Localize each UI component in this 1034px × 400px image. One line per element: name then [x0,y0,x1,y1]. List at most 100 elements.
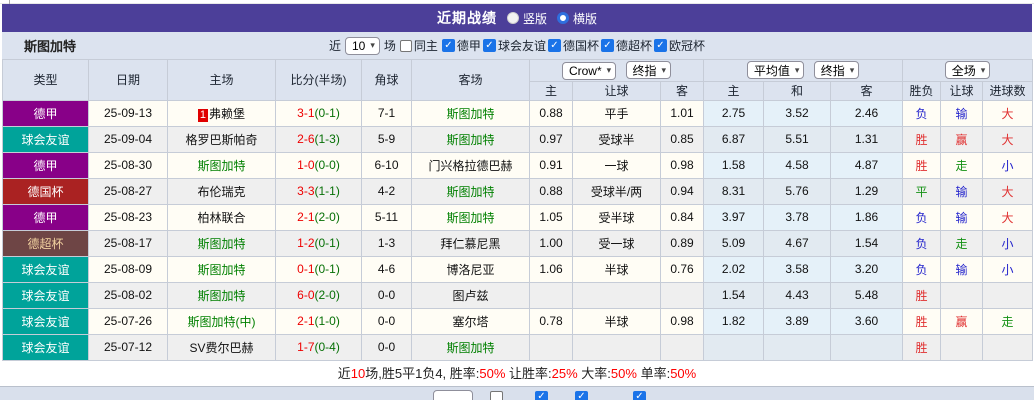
result-group-header: 全场 ▾ [902,59,1034,82]
league-filter-item[interactable]: ✓ 球会友谊 [482,37,546,54]
bottom-checkbox-checked[interactable]: ✓ [535,390,548,400]
avg-draw-cell: 3.52 [763,99,832,127]
bottom-select[interactable] [433,389,473,400]
subcol-avg-away: 客 [830,80,904,101]
bottom-checkbox-checked[interactable]: ✓ [633,390,646,400]
odds-handicap-cell: 受球半/两 [572,177,661,205]
avg-home-cell: 1.58 [703,151,765,179]
league-type-cell: 球会友谊 [2,307,89,335]
summary-segment: 10 [350,365,366,381]
avg-time-select[interactable]: 终指 ▾ [813,61,860,80]
halftime-score: (1-3) [314,132,340,146]
result-goals-cell: 大 [982,125,1034,153]
score-cell: 3-1(0-1) [275,99,362,127]
checkbox-checked-icon: ✓ [547,39,561,52]
subcol-result-handicap: 让球 [940,80,984,101]
result-handicap-cell: 输 [940,177,984,205]
corner-cell: 7-1 [361,99,412,127]
away-team-cell: 图卢兹 [411,281,530,309]
radio-horizontal-label: 横版 [573,11,598,26]
summary-segment: 大率: [577,365,611,381]
col-header-score: 比分(半场) [275,59,362,101]
result-scope-select[interactable]: 全场 ▾ [944,61,991,80]
team-name: 斯图加特 [24,39,77,54]
match-row: 球会友谊 25-07-12 SV费尔巴赫 1-7(0-4) 0-0 斯图加特胜 [2,333,1034,361]
avg-home-cell: 3.97 [703,203,765,231]
result-goals-cell: 大 [982,203,1034,231]
league-filter-item[interactable]: ✓ 欧冠杯 [653,37,705,54]
date-cell: 25-07-12 [88,333,168,361]
league-type-cell: 球会友谊 [2,333,89,361]
home-team-cell: SV费尔巴赫 [167,333,276,361]
subcol-avg-home: 主 [703,80,765,101]
score-cell: 2-1(1-0) [275,307,362,335]
same-home-filter[interactable]: 同主 [399,37,438,54]
fulltime-score: 3-3 [297,184,315,198]
matches-label: 场 [383,39,396,53]
odds-away-cell: 0.98 [659,151,705,179]
corner-cell: 4-6 [361,255,412,283]
score-cell: 1-2(0-1) [275,229,362,257]
corner-cell: 6-10 [361,151,412,179]
league-filter-label: 球会友谊 [497,39,546,53]
odds-away-cell: 0.89 [659,229,705,257]
odds-group-header: Crow* ▾ 终指 ▾ [528,59,705,82]
corner-cell: 0-0 [361,333,412,361]
avg-home-cell: 2.02 [703,255,765,283]
away-team-cell: 斯图加特 [411,333,530,361]
recent-count-select[interactable]: 10 ▾ [345,36,380,55]
away-team-name: 斯图加特 [446,340,495,355]
checkbox-checked-icon: ✓ [441,39,455,52]
bottom-filter-strip: ✓ ✓ ✓ [0,385,1034,400]
odds-handicap-cell: 受球半 [572,125,661,153]
score-cell: 2-6(1-3) [275,125,362,153]
odds-home-cell: 0.88 [529,177,573,205]
league-type-cell: 德甲 [2,151,89,179]
bottom-checkbox-checked[interactable]: ✓ [575,390,588,400]
home-team-name: 格罗巴斯帕奇 [185,132,258,147]
dropdown-arrow-icon: ▾ [980,64,986,75]
avg-away-cell: 1.54 [830,229,904,257]
checkbox-unchecked-icon [399,39,412,52]
odds-home-cell: 0.97 [529,125,573,153]
avg-draw-cell [763,333,832,361]
league-filter-item[interactable]: ✓ 德超杯 [600,37,652,54]
subcol-avg-draw: 和 [763,80,832,101]
halftime-score: (2-0) [314,210,340,224]
odds-away-cell: 0.98 [659,307,705,335]
avg-type-select[interactable]: 平均值 ▾ [746,61,805,80]
avg-away-cell: 1.29 [830,177,904,205]
odds-time-select[interactable]: 终指 ▾ [625,61,672,79]
radio-vertical-label: 竖版 [522,11,547,26]
col-header-type: 类型 [2,59,89,101]
result-goals-cell [982,333,1034,361]
result-goals-cell: 走 [982,307,1034,335]
league-filter-item[interactable]: ✓ 德国杯 [547,37,599,54]
layout-horizontal-radio[interactable]: 横版 [557,10,597,27]
away-team-cell: 博洛尼亚 [411,255,530,283]
league-type-cell: 球会友谊 [2,281,89,309]
result-handicap-cell: 输 [940,255,984,283]
halftime-score: (0-0) [314,158,340,172]
league-filter-item[interactable]: ✓ 德甲 [441,37,481,54]
league-filter-label: 德甲 [456,39,481,53]
summary-segment: 50% [670,365,697,381]
radio-selected-icon [557,12,569,24]
layout-vertical-radio[interactable]: 竖版 [506,10,547,27]
table-header: 类型 日期 主场 比分(半场) 角球 客场 Crow* ▾ 终指 ▾ 平均值 ▾… [2,59,1034,101]
league-type-cell: 球会友谊 [2,125,89,153]
bottom-checkbox-unchecked[interactable] [490,390,503,400]
avg-draw-cell: 4.67 [763,229,832,257]
date-cell: 25-09-13 [88,99,168,127]
odds-company-select[interactable]: Crow* ▾ [561,61,617,80]
odds-company-value: Crow* [568,63,602,78]
away-team-cell: 斯图加特 [411,177,530,205]
avg-home-cell: 1.54 [703,281,765,309]
match-row: 德甲 25-08-23 柏林联合 2-1(2-0) 5-11 斯图加特 1.05 受半球 0.8… [2,203,1034,231]
avg-home-cell: 5.09 [703,229,765,257]
col-header-away: 客场 [411,59,530,101]
corner-cell: 5-9 [361,125,412,153]
odds-home-cell: 1.00 [529,229,573,257]
avg-group-header: 平均值 ▾ 终指 ▾ [703,59,904,82]
league-type-cell: 德超杯 [2,229,89,257]
